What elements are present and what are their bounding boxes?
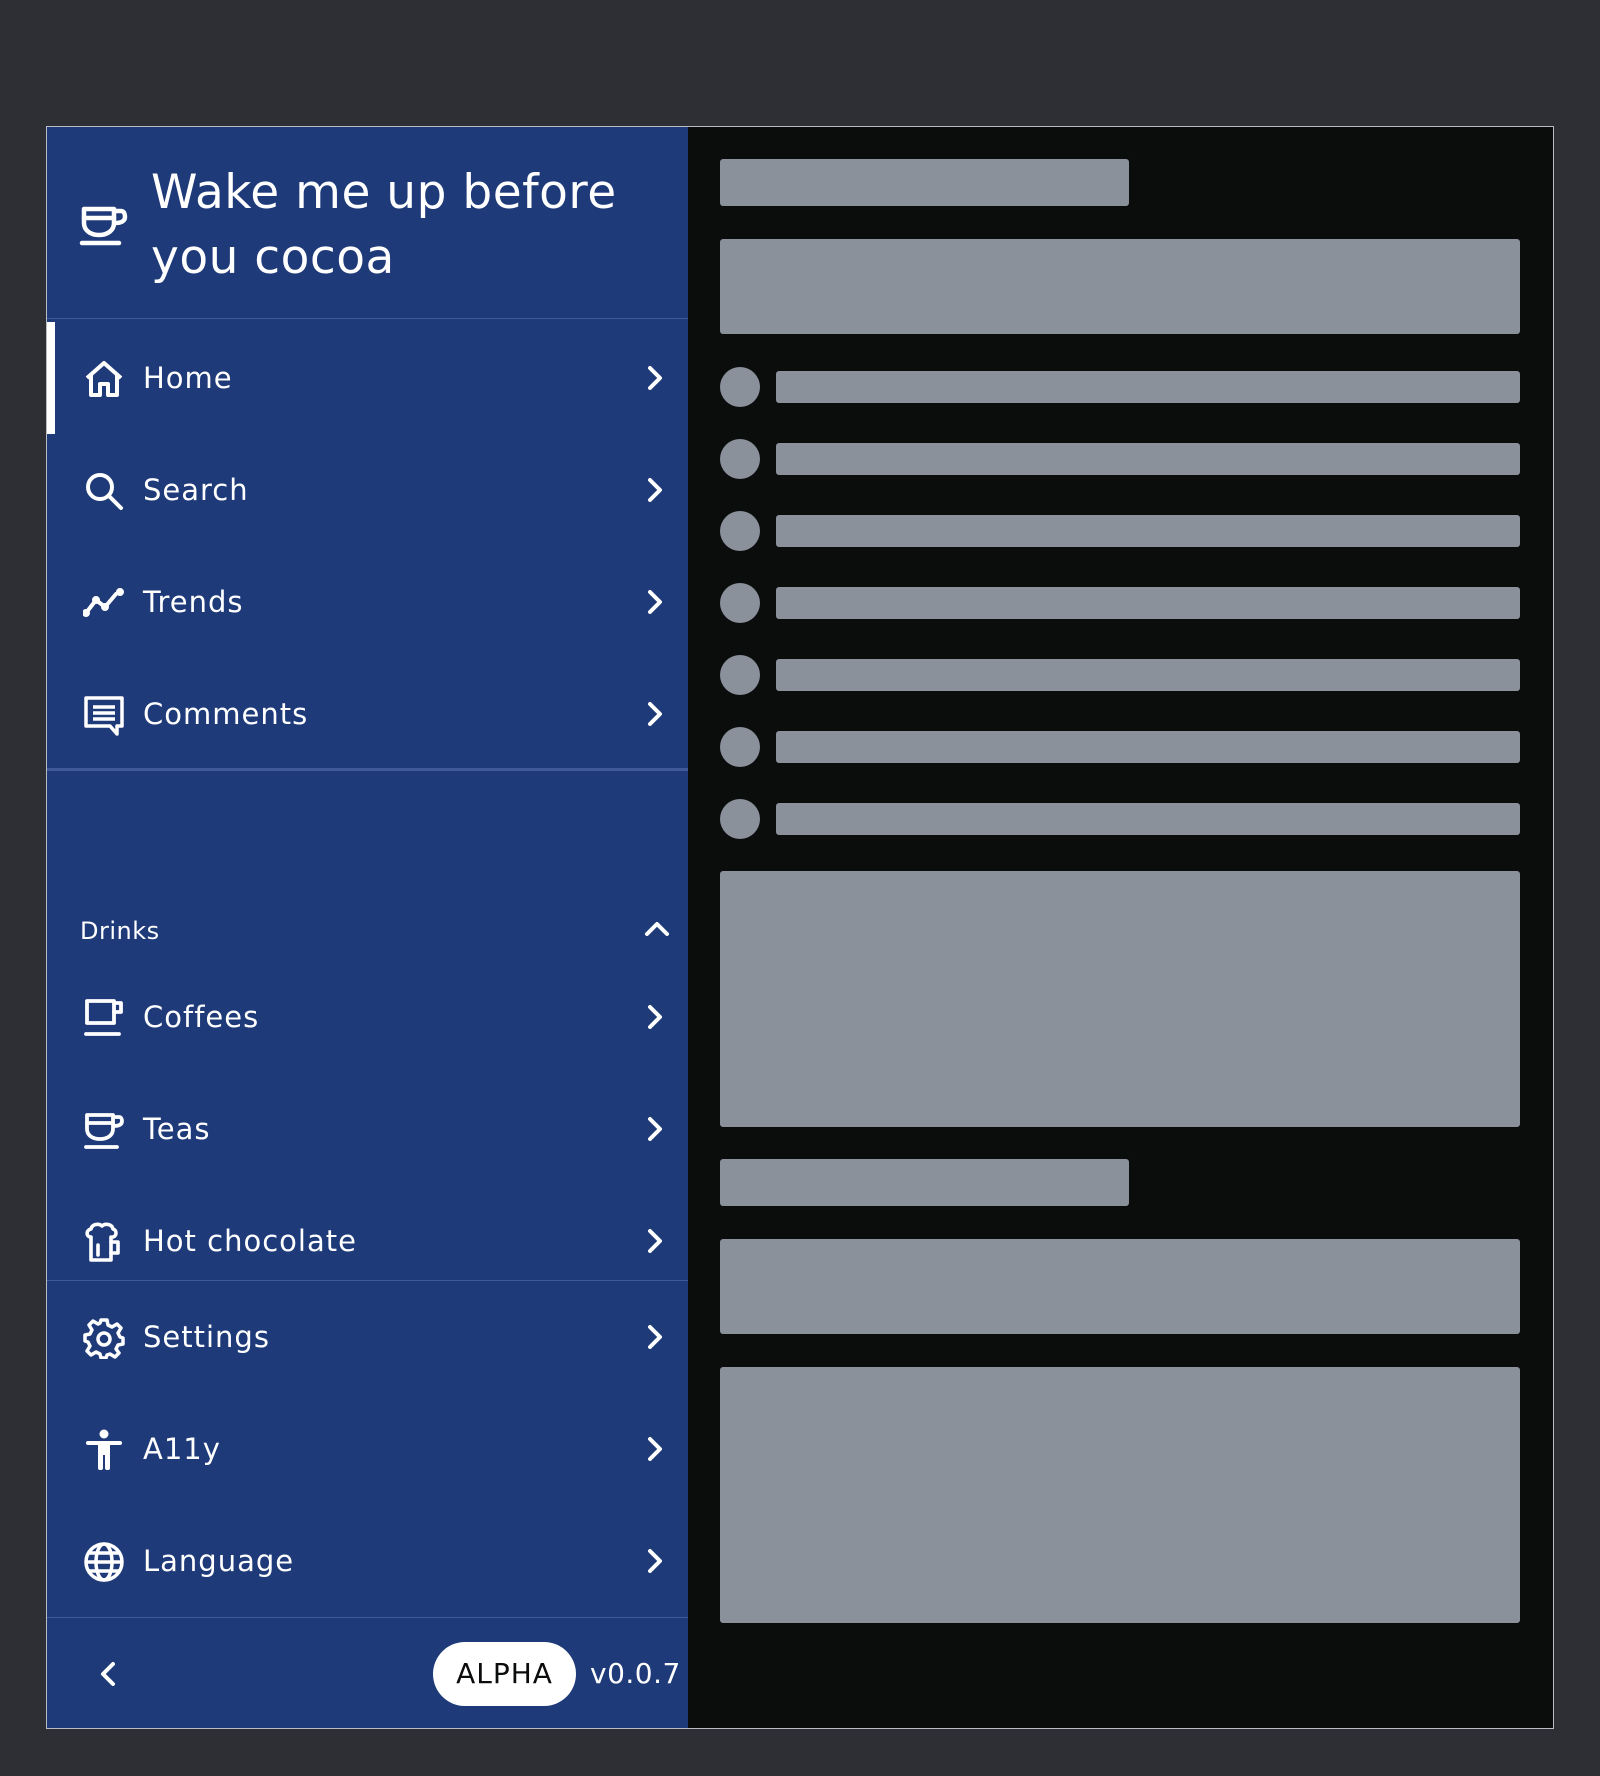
sidebar-item-label: Teas [143, 1112, 211, 1146]
skeleton-block [720, 239, 1520, 334]
content-placeholder [688, 127, 1553, 1728]
sidebar-item-label: Settings [143, 1320, 270, 1354]
sidebar: Wake me up before you cocoa Home Search … [47, 127, 688, 1728]
skeleton-line [776, 659, 1520, 691]
sidebar-footer: ALPHA v0.0.7 [47, 1617, 688, 1728]
sidebar-item-label: Language [143, 1544, 295, 1578]
app-window: Wake me up before you cocoa Home Search … [46, 126, 1554, 1729]
skeleton-line [776, 515, 1520, 547]
drinks-group-toggle[interactable]: Drinks [47, 900, 688, 960]
chevron-right-icon [648, 1325, 662, 1349]
comments-icon [84, 696, 124, 736]
sidebar-item-teas[interactable]: Teas [47, 1073, 688, 1185]
home-icon [85, 361, 123, 397]
skeleton-avatar [720, 799, 760, 839]
skeleton-line [776, 803, 1520, 835]
group-label: Drinks [80, 917, 160, 945]
search-icon [86, 473, 123, 510]
sidebar-item-a11y[interactable]: A11y [47, 1393, 688, 1505]
version-label: v0.0.7 [590, 1657, 681, 1690]
sidebar-item-label: Trends [143, 585, 244, 619]
app-title: Wake me up before you cocoa [151, 165, 617, 285]
alpha-badge: ALPHA [433, 1642, 576, 1706]
chevron-right-icon [648, 1437, 662, 1461]
cup-icon [79, 206, 128, 246]
chevron-right-icon [648, 478, 662, 502]
chevron-right-icon [648, 702, 662, 726]
skeleton-block [720, 1367, 1520, 1623]
sidebar-item-search[interactable]: Search [47, 434, 688, 546]
chevron-right-icon [648, 590, 662, 614]
skeleton-avatar [720, 511, 760, 551]
skeleton-block [720, 1239, 1520, 1334]
sidebar-item-home[interactable]: Home [47, 322, 688, 434]
trends-icon [83, 588, 124, 617]
hot-chocolate-icon [85, 1222, 120, 1262]
sidebar-item-label: A11y [143, 1432, 221, 1466]
sidebar-item-language[interactable]: Language [47, 1505, 688, 1617]
coffee-icon [84, 999, 123, 1036]
chevron-right-icon [648, 366, 662, 390]
skeleton-avatar [720, 439, 760, 479]
chevron-right-icon [648, 1549, 662, 1573]
sidebar-item-label: Coffees [143, 1000, 260, 1034]
accessibility-icon [86, 1429, 122, 1470]
sidebar-item-comments[interactable]: Comments [47, 658, 688, 770]
skeleton-block [720, 871, 1520, 1127]
skeleton-line [776, 587, 1520, 619]
skeleton-line [776, 731, 1520, 763]
chevron-up-icon [645, 922, 669, 936]
sidebar-divider [47, 768, 688, 771]
chevron-right-icon [648, 1117, 662, 1141]
chevron-right-icon [648, 1005, 662, 1029]
globe-icon [84, 1542, 124, 1582]
sidebar-item-label: Search [143, 473, 249, 507]
sidebar-item-label: Hot chocolate [143, 1224, 357, 1258]
skeleton-heading [720, 1159, 1129, 1206]
sidebar-item-settings[interactable]: Settings [47, 1281, 688, 1393]
collapse-sidebar-button[interactable] [89, 1654, 129, 1694]
sidebar-header: Wake me up before you cocoa [47, 127, 688, 319]
skeleton-line [776, 371, 1520, 403]
sidebar-item-label: Home [143, 361, 233, 395]
skeleton-heading [720, 159, 1129, 206]
skeleton-avatar [720, 583, 760, 623]
sidebar-item-coffees[interactable]: Coffees [47, 961, 688, 1073]
sidebar-item-label: Comments [143, 697, 309, 731]
skeleton-line [776, 443, 1520, 475]
skeleton-avatar [720, 655, 760, 695]
chevron-right-icon [648, 1229, 662, 1253]
tea-icon [84, 1113, 124, 1149]
sidebar-item-trends[interactable]: Trends [47, 546, 688, 658]
skeleton-avatar [720, 367, 760, 407]
gear-icon [83, 1318, 125, 1359]
skeleton-avatar [720, 727, 760, 767]
